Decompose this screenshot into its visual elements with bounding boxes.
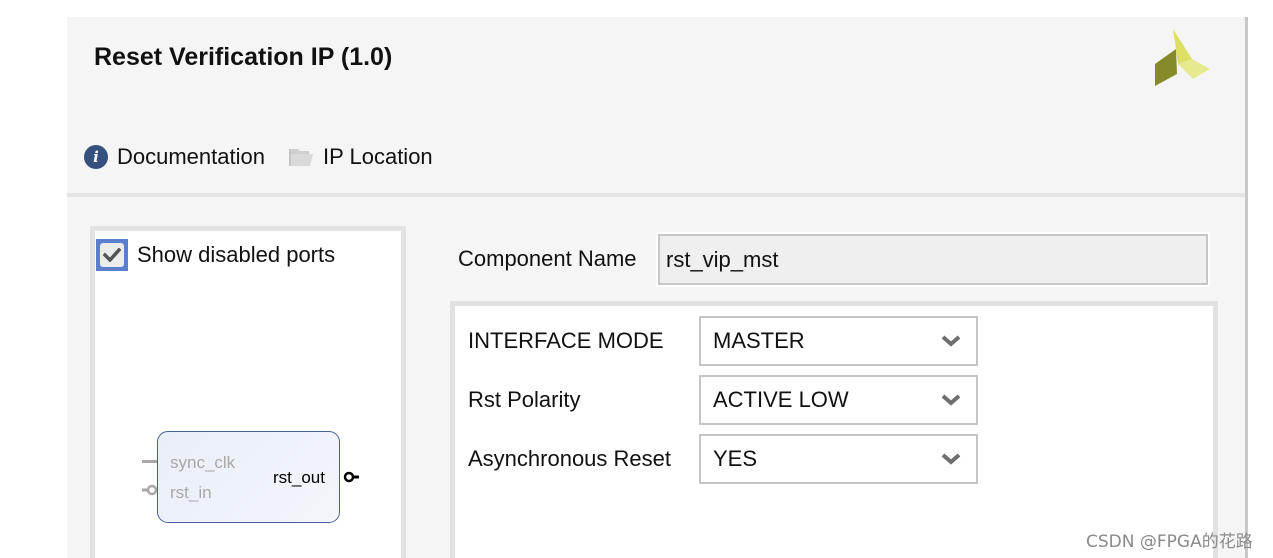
interface-mode-label: INTERFACE MODE [468,328,664,353]
component-name-input[interactable] [656,232,1210,287]
asynchronous-reset-label: Asynchronous Reset [468,446,671,471]
show-disabled-ports-label: Show disabled ports [137,242,336,267]
rst-polarity-value: ACTIVE LOW [713,387,849,412]
page-title: Reset Verification IP (1.0) [94,43,393,71]
ip-location-label: IP Location [322,144,433,169]
asynchronous-reset-select[interactable]: YES [699,434,978,484]
header-links: i Documentation IP Location [84,144,457,170]
ip-customization-dialog: Reset Verification IP (1.0) i Documentat… [67,17,1248,558]
ip-location-link[interactable]: IP Location [288,144,433,170]
component-name-label: Component Name [458,246,637,271]
param-row-asynchronous-reset: Asynchronous Reset YES [468,434,978,484]
port-preview-panel: Show disabled ports sync_clk rst_in rst_… [90,226,406,558]
interface-mode-value: MASTER [713,328,805,353]
chevron-down-icon [941,335,961,347]
info-icon: i [84,145,108,169]
param-row-interface-mode: INTERFACE MODE MASTER [468,316,978,366]
checkmark-icon [103,248,121,262]
show-disabled-ports-checkbox[interactable]: Show disabled ports [96,239,335,271]
xilinx-logo-icon [1155,29,1210,86]
folder-icon [288,149,313,166]
documentation-label: Documentation [117,144,265,169]
port-sync-clk: sync_clk [170,453,236,472]
param-row-rst-polarity: Rst Polarity ACTIVE LOW [468,375,978,425]
chevron-down-icon [941,453,961,465]
port-rst-out: rst_out [273,468,325,487]
dialog-header: Reset Verification IP (1.0) i Documentat… [67,17,1245,193]
port-rst-in: rst_in [170,483,212,502]
watermark: CSDN @FPGA的花路 [1086,532,1253,552]
rst-polarity-label: Rst Polarity [468,387,581,412]
interface-mode-select[interactable]: MASTER [699,316,978,366]
header-divider [67,193,1245,197]
documentation-link[interactable]: i Documentation [84,144,265,170]
ip-block-symbol: sync_clk rst_in rst_out [157,431,340,523]
asynchronous-reset-value: YES [713,446,758,471]
chevron-down-icon [941,394,961,406]
rst-out-pin-icon [343,471,359,483]
checkbox[interactable] [96,239,128,271]
parameters-panel: INTERFACE MODE MASTER Rst Polarity ACTIV… [450,301,1218,558]
rst-polarity-select[interactable]: ACTIVE LOW [699,375,978,425]
